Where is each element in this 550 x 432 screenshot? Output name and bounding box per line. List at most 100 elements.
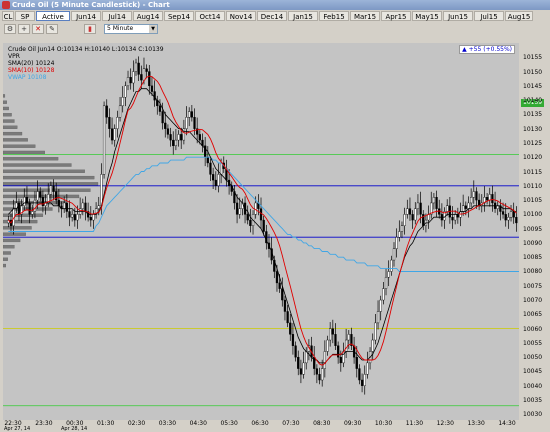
price-label: 10155	[523, 54, 543, 62]
tab-jul15[interactable]: Jul15	[474, 11, 504, 21]
crosshair-icon[interactable]: +	[18, 24, 30, 34]
candle-body	[174, 139, 178, 147]
tab-feb15[interactable]: Feb15	[319, 11, 349, 21]
candle-body	[403, 214, 406, 226]
candle-body	[246, 214, 249, 221]
candle-body	[116, 117, 119, 129]
candle-body	[110, 128, 114, 141]
candle-body	[331, 328, 334, 335]
candle-body	[169, 134, 172, 141]
vpr-bar	[3, 226, 32, 230]
time-label: 06:30	[251, 420, 269, 427]
tab-jun15[interactable]: Jun15	[443, 11, 473, 21]
candle-body	[297, 356, 300, 369]
candle-body	[212, 174, 215, 181]
tab-aug15[interactable]: Aug15	[505, 11, 533, 21]
time-label: 10:30	[374, 420, 393, 427]
candle-body	[71, 214, 74, 218]
candle-body	[89, 217, 92, 221]
chart-type-icon[interactable]: ▮	[84, 24, 96, 34]
candle-body	[496, 205, 499, 209]
candle-body	[507, 217, 510, 221]
price-label: 10040	[523, 382, 543, 390]
candle-body	[299, 368, 303, 375]
interval-select[interactable]: 5 Minute ▼	[104, 24, 158, 34]
chart-legend: Crude Oil Jun14 O:10134 H:10140 L:10134 …	[8, 46, 164, 81]
price-label: 10035	[523, 397, 543, 404]
tab-aug14[interactable]: Aug14	[133, 11, 163, 21]
candle-body	[39, 191, 42, 198]
tab-sep14[interactable]: Sep14	[164, 11, 194, 21]
candle-body	[209, 162, 212, 175]
tab-sp[interactable]: SP	[15, 11, 35, 21]
candle-body	[121, 97, 124, 107]
candle-body	[190, 111, 193, 118]
candle-body	[161, 111, 164, 124]
vpr-bar	[3, 238, 21, 243]
close-icon[interactable]: ✕	[32, 24, 44, 34]
interval-value: 5 Minute	[107, 25, 134, 32]
tab-oct14[interactable]: Oct14	[195, 11, 225, 21]
candle-body	[305, 351, 308, 364]
price-label: 10135	[523, 111, 543, 119]
candle-body	[515, 217, 518, 224]
app-icon	[2, 1, 10, 9]
vpr-bar	[3, 94, 6, 98]
candle-body	[467, 202, 470, 209]
candle-body	[329, 328, 332, 341]
tab-cl[interactable]: CL	[2, 11, 14, 21]
candle-body	[153, 91, 156, 101]
sma10-line	[7, 75, 517, 366]
window-titlebar: Crude Oil (5 Minute Candlestick) - Chart	[0, 0, 550, 10]
candlestick-chart[interactable]	[3, 43, 519, 420]
legend-sma10: SMA(10) 10128	[8, 67, 55, 74]
candle-body	[411, 214, 414, 221]
candle-body	[31, 211, 34, 215]
price-label: 10095	[523, 225, 543, 233]
candle-body	[321, 368, 324, 381]
candle-body	[485, 197, 489, 201]
draw-icon[interactable]: ✎	[46, 24, 58, 34]
candle-body	[400, 225, 404, 232]
candle-body	[470, 197, 473, 204]
candle-body	[488, 194, 491, 201]
candle-body	[326, 339, 329, 352]
candle-body	[294, 345, 297, 358]
candle-body	[52, 185, 55, 192]
tab-may15[interactable]: May15	[412, 11, 442, 21]
tab-jan15[interactable]: Jan15	[288, 11, 318, 21]
candle-body	[379, 299, 382, 312]
vpr-bar	[3, 251, 11, 255]
price-plot[interactable]: Crude Oil Jun14 O:10134 H:10140 L:10134 …	[3, 43, 519, 420]
tab-jul14[interactable]: Jul14	[102, 11, 132, 21]
candle-body	[398, 231, 401, 238]
tab-apr15[interactable]: Apr15	[381, 11, 411, 21]
price-label: 10085	[523, 254, 543, 262]
vpr-bar	[3, 163, 72, 167]
price-label: 10150	[523, 68, 543, 76]
price-axis[interactable]: 10139 10155 10150 10145 10140 10135 10130 1012…	[519, 43, 550, 420]
candle-body	[302, 362, 305, 375]
tab-jun14[interactable]: Jun14	[71, 11, 101, 21]
candle-body	[49, 185, 53, 195]
price-label: 10130	[523, 125, 543, 133]
price-label: 10120	[523, 154, 543, 162]
candle-body	[472, 191, 475, 198]
candle-body	[214, 179, 217, 187]
candle-body	[188, 111, 191, 118]
candle-body	[339, 356, 342, 364]
tab-nov14[interactable]: Nov14	[226, 11, 256, 21]
price-label: 10050	[523, 354, 543, 362]
time-axis[interactable]: 22:30 23:30 00:30 01:30 02:30 03:30 04:30 05:30…	[3, 420, 519, 432]
candle-body	[238, 208, 241, 215]
settings-icon[interactable]: ⚙	[4, 24, 16, 34]
vpr-bar	[3, 125, 18, 129]
date-label: Apr 28, 14	[61, 426, 88, 432]
tab-active[interactable]: Active	[36, 11, 70, 21]
tab-dec14[interactable]: Dec14	[257, 11, 287, 21]
tab-mar15[interactable]: Mar15	[350, 11, 380, 21]
price-label: 10100	[523, 211, 543, 219]
time-label: 04:30	[189, 420, 207, 427]
candle-body	[180, 134, 183, 141]
price-label: 10060	[523, 325, 543, 333]
